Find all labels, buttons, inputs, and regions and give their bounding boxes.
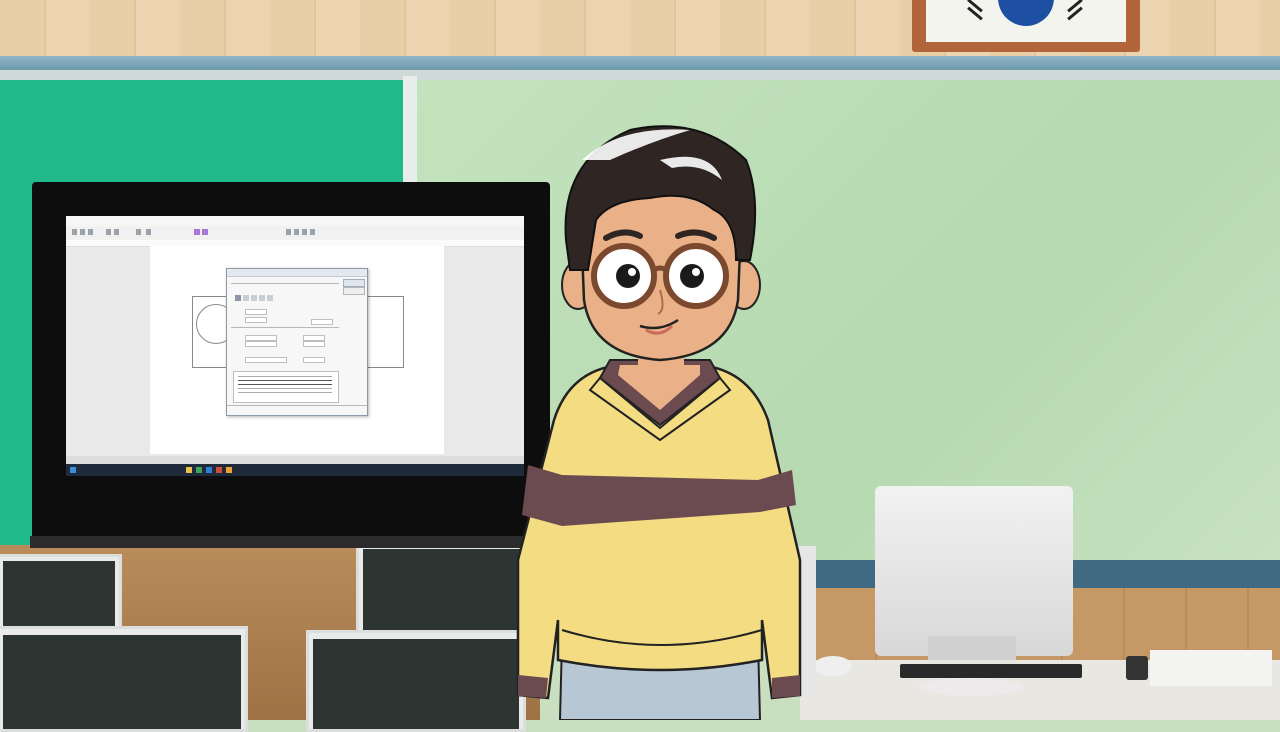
cartoon-character xyxy=(516,125,802,720)
remote-control xyxy=(1126,656,1148,680)
dialog-preview-box xyxy=(233,371,339,403)
cuff-left xyxy=(518,675,548,698)
tv-screen xyxy=(66,216,524,476)
papers xyxy=(1150,650,1272,686)
computer-monitor xyxy=(875,486,1073,656)
monitor-back-left xyxy=(0,554,122,636)
keyboard xyxy=(900,664,1082,678)
app-toolbar xyxy=(66,226,524,241)
dialog-ok-button[interactable] xyxy=(343,279,365,287)
eye-right xyxy=(680,264,704,288)
board-rail-trim xyxy=(0,70,1280,80)
cuff-right xyxy=(772,675,800,698)
monitor-base xyxy=(918,678,1024,696)
monitor-stand xyxy=(928,636,1016,660)
monitor-front-left xyxy=(0,626,248,732)
dialog-title xyxy=(227,269,367,277)
settings-dialog xyxy=(226,268,368,416)
app-statusbar xyxy=(66,456,524,464)
eye-left xyxy=(616,264,640,288)
monitor-front-middle xyxy=(306,630,526,732)
tv-stand xyxy=(30,536,552,548)
os-taskbar xyxy=(66,464,524,476)
korean-flag-icon xyxy=(926,0,1126,42)
board-rail xyxy=(0,56,1280,70)
dialog-cancel-button[interactable] xyxy=(343,287,365,295)
